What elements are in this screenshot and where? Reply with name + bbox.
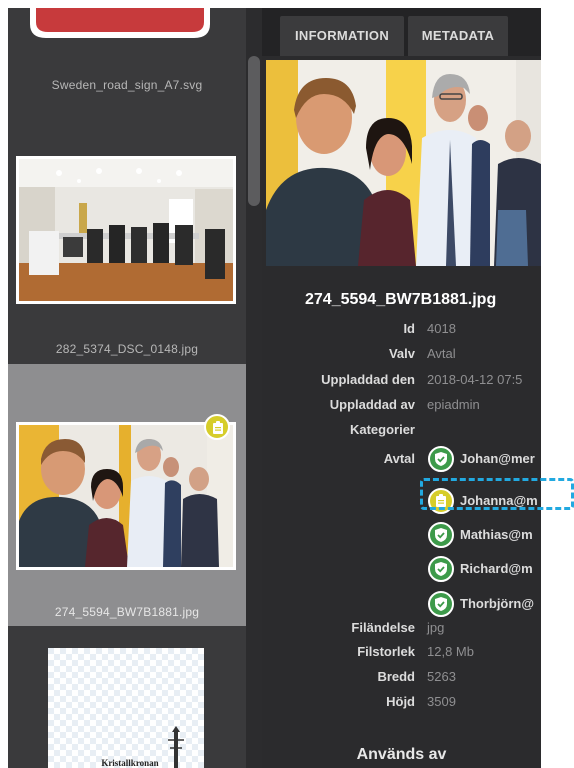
scrollbar-thumb[interactable] [248,56,260,206]
details-panel: INFORMATION METADATA 274_5594_BW7B1881.j… [262,8,541,768]
field-label: Id [403,321,415,336]
thumbnail-item-drawing[interactable]: Kristallkronan [8,626,246,768]
tab-metadata[interactable]: METADATA [408,16,508,56]
thumbnail-item-selected[interactable]: 274_5594_BW7B1881.jpg [8,364,246,626]
approver-name: Thorbjörn@ [460,596,535,611]
thumbnail-caption: Sweden_road_sign_A7.svg [51,78,203,92]
field-row-valv: Valv Avtal [262,346,541,364]
field-label: Höjd [386,694,415,709]
field-value: Avtal [427,346,456,361]
thumbnail-item-road-sign[interactable]: Sweden_road_sign_A7.svg [8,8,246,104]
approver-item[interactable]: Richard@m [428,556,541,582]
field-label: Kategorier [349,422,415,437]
field-label: Uppladdad av [329,397,415,412]
approved-shield-icon [428,446,454,472]
approver-name: Johan@mer [460,451,535,466]
file-name-title: 274_5594_BW7B1881.jpg [305,291,497,308]
approver-item[interactable]: Johan@mer [428,446,541,472]
field-value: 4018 [427,321,456,336]
people-image-thumbnail [16,422,236,570]
thumbnail-caption: 282_5374_DSC_0148.jpg [55,342,199,356]
field-label: Filstorlek [357,644,415,659]
used-by-heading: Används av [356,746,447,763]
field-label: Uppladdad den [321,372,415,387]
field-label: Avtal [383,451,415,466]
image-preview [266,60,541,266]
approver-name: Richard@m [460,561,533,576]
field-row-categories: Kategorier [262,422,541,440]
field-value: 5263 [427,669,456,684]
tab-information[interactable]: INFORMATION [280,16,404,56]
field-row-height: Höjd 3509 [262,694,541,712]
thumbnail-list: Sweden_road_sign_A7.svg 282_5374_DSC_014… [8,8,262,768]
field-value: 2018-04-12 07:5 [427,372,523,387]
approver-item[interactable]: Mathias@m [428,522,541,548]
office-image [16,156,236,304]
drawing-image: Kristallkronan [48,648,204,768]
field-row-uploaded-by: Uppladdad av epiadmin [262,397,541,415]
field-label: Bredd [377,669,415,684]
field-value: jpg [427,620,445,635]
field-label: Filändelse [351,620,415,635]
thumbnail-caption: 274_5594_BW7B1881.jpg [54,605,200,619]
field-row-id: Id 4018 [262,321,541,339]
thumbnail-scrollbar[interactable] [246,8,262,768]
highlight-dashed-box [420,478,574,510]
details-tabs: INFORMATION METADATA [262,8,541,56]
pending-approval-icon [204,414,230,440]
field-row-filesize: Filstorlek 12,8 Mb [262,644,541,662]
approved-shield-icon [428,556,454,582]
thumbnail-item-office[interactable]: 282_5374_DSC_0148.jpg [8,104,246,364]
approved-shield-icon [428,591,454,617]
field-row-uploaded-date: Uppladdad den 2018-04-12 07:5 [262,372,541,390]
field-label: Valv [388,346,415,361]
field-row-extension: Filändelse jpg [262,620,541,638]
approver-name: Mathias@m [460,527,533,542]
approver-item[interactable]: Thorbjörn@ [428,591,541,617]
field-value: 3509 [427,694,456,709]
field-value: 12,8 Mb [427,644,474,659]
field-value: epiadmin [427,397,480,412]
right-white-margin [541,8,574,768]
top-strip [0,0,574,8]
approved-shield-icon [428,522,454,548]
field-row-width: Bredd 5263 [262,669,541,687]
drawing-art-text: Kristallkronan [101,758,158,768]
road-sign-image [18,8,222,48]
